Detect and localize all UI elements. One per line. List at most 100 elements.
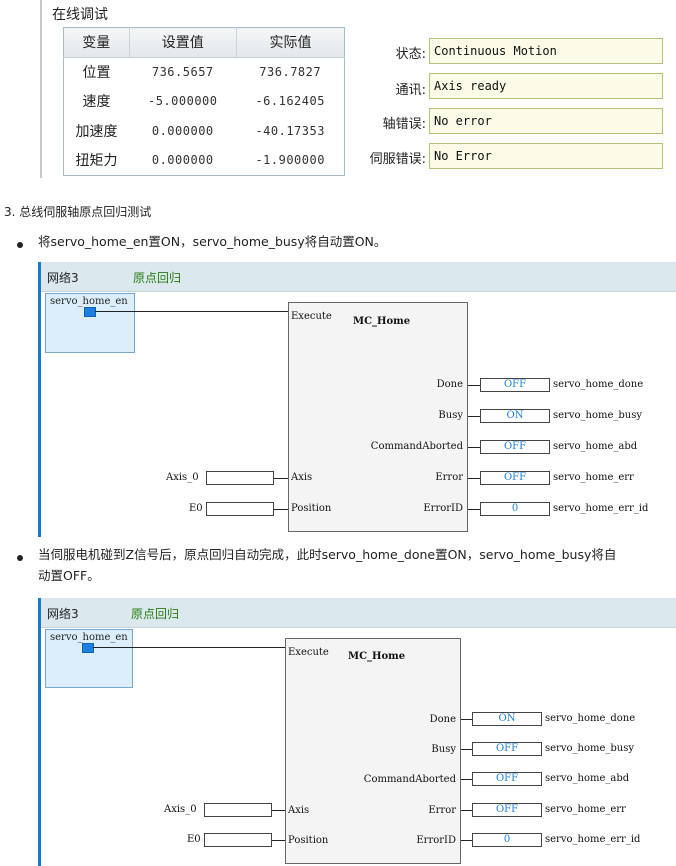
set-value: 0.000000 xyxy=(151,153,214,168)
axis-input-box[interactable] xyxy=(204,803,272,817)
table-row: 速度 -5.000000 -6.162405 xyxy=(64,87,345,117)
contact-cell[interactable]: servo_home_en xyxy=(45,293,135,353)
variable-table: 变量 设置值 实际值 位置 736.5657 736.7827 速度 -5.00… xyxy=(63,27,345,176)
done-var: servo_home_done xyxy=(545,713,636,724)
contact-label: servo_home_en xyxy=(50,296,128,307)
axis-input-box[interactable] xyxy=(206,471,274,485)
section-divider-line xyxy=(40,0,42,178)
actual-value: -40.17353 xyxy=(255,124,325,139)
comm-label: 通讯: xyxy=(395,83,426,98)
input-wire xyxy=(274,509,288,510)
network-comment: 原点回归 xyxy=(133,271,182,285)
axis-error-field: No error xyxy=(429,108,663,134)
pin-execute: Execute xyxy=(288,647,329,658)
column-header: 变量 xyxy=(63,27,130,58)
done-value: OFF xyxy=(480,378,550,392)
pin-busy: Busy xyxy=(431,744,456,755)
position-input-box[interactable] xyxy=(204,833,272,847)
pin-position: Position xyxy=(288,835,329,846)
pin-axis: Axis xyxy=(291,472,313,483)
pin-command-aborted: CommandAborted xyxy=(363,774,456,785)
table-row: 位置 736.5657 736.7827 xyxy=(64,57,345,87)
row-name: 扭矩力 xyxy=(75,153,118,170)
online-debug-title: 在线调试 xyxy=(52,7,108,23)
set-value: 0.000000 xyxy=(151,124,214,139)
aborted-value: OFF xyxy=(472,772,542,786)
done-value: ON xyxy=(472,712,542,726)
table-row: 扭矩力 0.000000 -1.900000 xyxy=(64,146,345,176)
position-input-var: E0 xyxy=(189,503,203,514)
error-id-var: servo_home_err_id xyxy=(545,834,641,845)
network-label: 网络3 xyxy=(47,271,79,285)
set-value: -5.000000 xyxy=(147,94,218,109)
error-id-value: 0 xyxy=(480,502,550,516)
axis-input-var: Axis_0 xyxy=(164,804,197,815)
contact-cell[interactable]: servo_home_en xyxy=(45,629,133,688)
pin-execute: Execute xyxy=(291,311,332,322)
comm-field: Axis ready xyxy=(429,73,663,99)
ladder-network-2: 网络3 原点回归 servo_home_en Execute MC_Home D… xyxy=(38,598,676,866)
pin-busy: Busy xyxy=(438,410,463,421)
pin-done: Done xyxy=(436,379,463,390)
input-wire xyxy=(272,840,285,841)
row-name: 位置 xyxy=(82,65,111,82)
ladder-network-1: 网络3 原点回归 servo_home_en Execute MC_Home D… xyxy=(38,262,676,537)
column-header: 实际值 xyxy=(236,27,345,58)
pin-done: Done xyxy=(429,714,456,725)
pin-error-id: ErrorID xyxy=(423,503,463,514)
contact-label: servo_home_en xyxy=(50,632,128,643)
block-name: MC_Home xyxy=(353,316,411,327)
pin-axis: Axis xyxy=(288,805,310,816)
servo-error-label: 伺服错误: xyxy=(369,152,426,167)
axis-input-var: Axis_0 xyxy=(166,472,199,483)
output-wire xyxy=(461,810,472,811)
position-input-box[interactable] xyxy=(206,502,274,516)
output-wire xyxy=(468,416,480,417)
error-var: servo_home_err xyxy=(553,472,634,483)
output-wire xyxy=(461,749,472,750)
network-comment: 原点回归 xyxy=(131,607,180,621)
contact-indicator xyxy=(84,307,96,317)
pin-position: Position xyxy=(291,503,332,514)
contact-indicator xyxy=(82,643,94,653)
aborted-var: servo_home_abd xyxy=(545,773,630,784)
status-label: 状态: xyxy=(395,47,426,62)
table-header-row: 变量 设置值 实际值 xyxy=(63,27,345,58)
network-label: 网络3 xyxy=(47,607,79,621)
set-value: 736.5657 xyxy=(151,65,214,80)
actual-value: -1.900000 xyxy=(255,153,325,168)
busy-value: OFF xyxy=(472,742,542,756)
status-field: Continuous Motion xyxy=(429,38,663,64)
done-var: servo_home_done xyxy=(553,379,644,390)
output-wire xyxy=(461,719,472,720)
actual-value: -6.162405 xyxy=(255,94,325,109)
aborted-var: servo_home_abd xyxy=(553,441,638,452)
block-name: MC_Home xyxy=(348,651,406,662)
aborted-value: OFF xyxy=(480,440,550,454)
input-wire xyxy=(272,810,285,811)
bullet-text-continued: 动置OFF。 xyxy=(38,568,100,583)
network-header: 网络3 原点回归 xyxy=(41,598,676,628)
row-name: 速度 xyxy=(82,94,111,111)
input-wire xyxy=(274,478,288,479)
error-var: servo_home_err xyxy=(545,804,626,815)
bullet-marker xyxy=(17,555,23,561)
actual-value: 736.7827 xyxy=(259,65,322,80)
servo-error-field: No Error xyxy=(429,143,663,169)
error-value: OFF xyxy=(480,471,550,485)
busy-var: servo_home_busy xyxy=(553,410,642,421)
busy-value: ON xyxy=(480,409,550,423)
table-row: 加速度 0.000000 -40.17353 xyxy=(64,116,345,146)
axis-error-label: 轴错误: xyxy=(382,117,426,132)
output-wire xyxy=(468,509,480,510)
function-block-mc-home[interactable]: Execute MC_Home Done Busy CommandAborted… xyxy=(288,302,468,532)
bullet-text: 当伺服电机碰到Z信号后，原点回归自动完成，此时servo_home_done置O… xyxy=(38,547,617,562)
column-header: 设置值 xyxy=(129,27,237,58)
function-block-mc-home[interactable]: Execute MC_Home Done Busy CommandAborted… xyxy=(285,638,461,864)
error-id-var: servo_home_err_id xyxy=(553,503,649,514)
busy-var: servo_home_busy xyxy=(545,743,634,754)
error-value: OFF xyxy=(472,803,542,817)
pin-command-aborted: CommandAborted xyxy=(370,441,463,452)
section-heading: 3. 总线伺服轴原点回归测试 xyxy=(4,205,152,219)
output-wire xyxy=(468,447,480,448)
